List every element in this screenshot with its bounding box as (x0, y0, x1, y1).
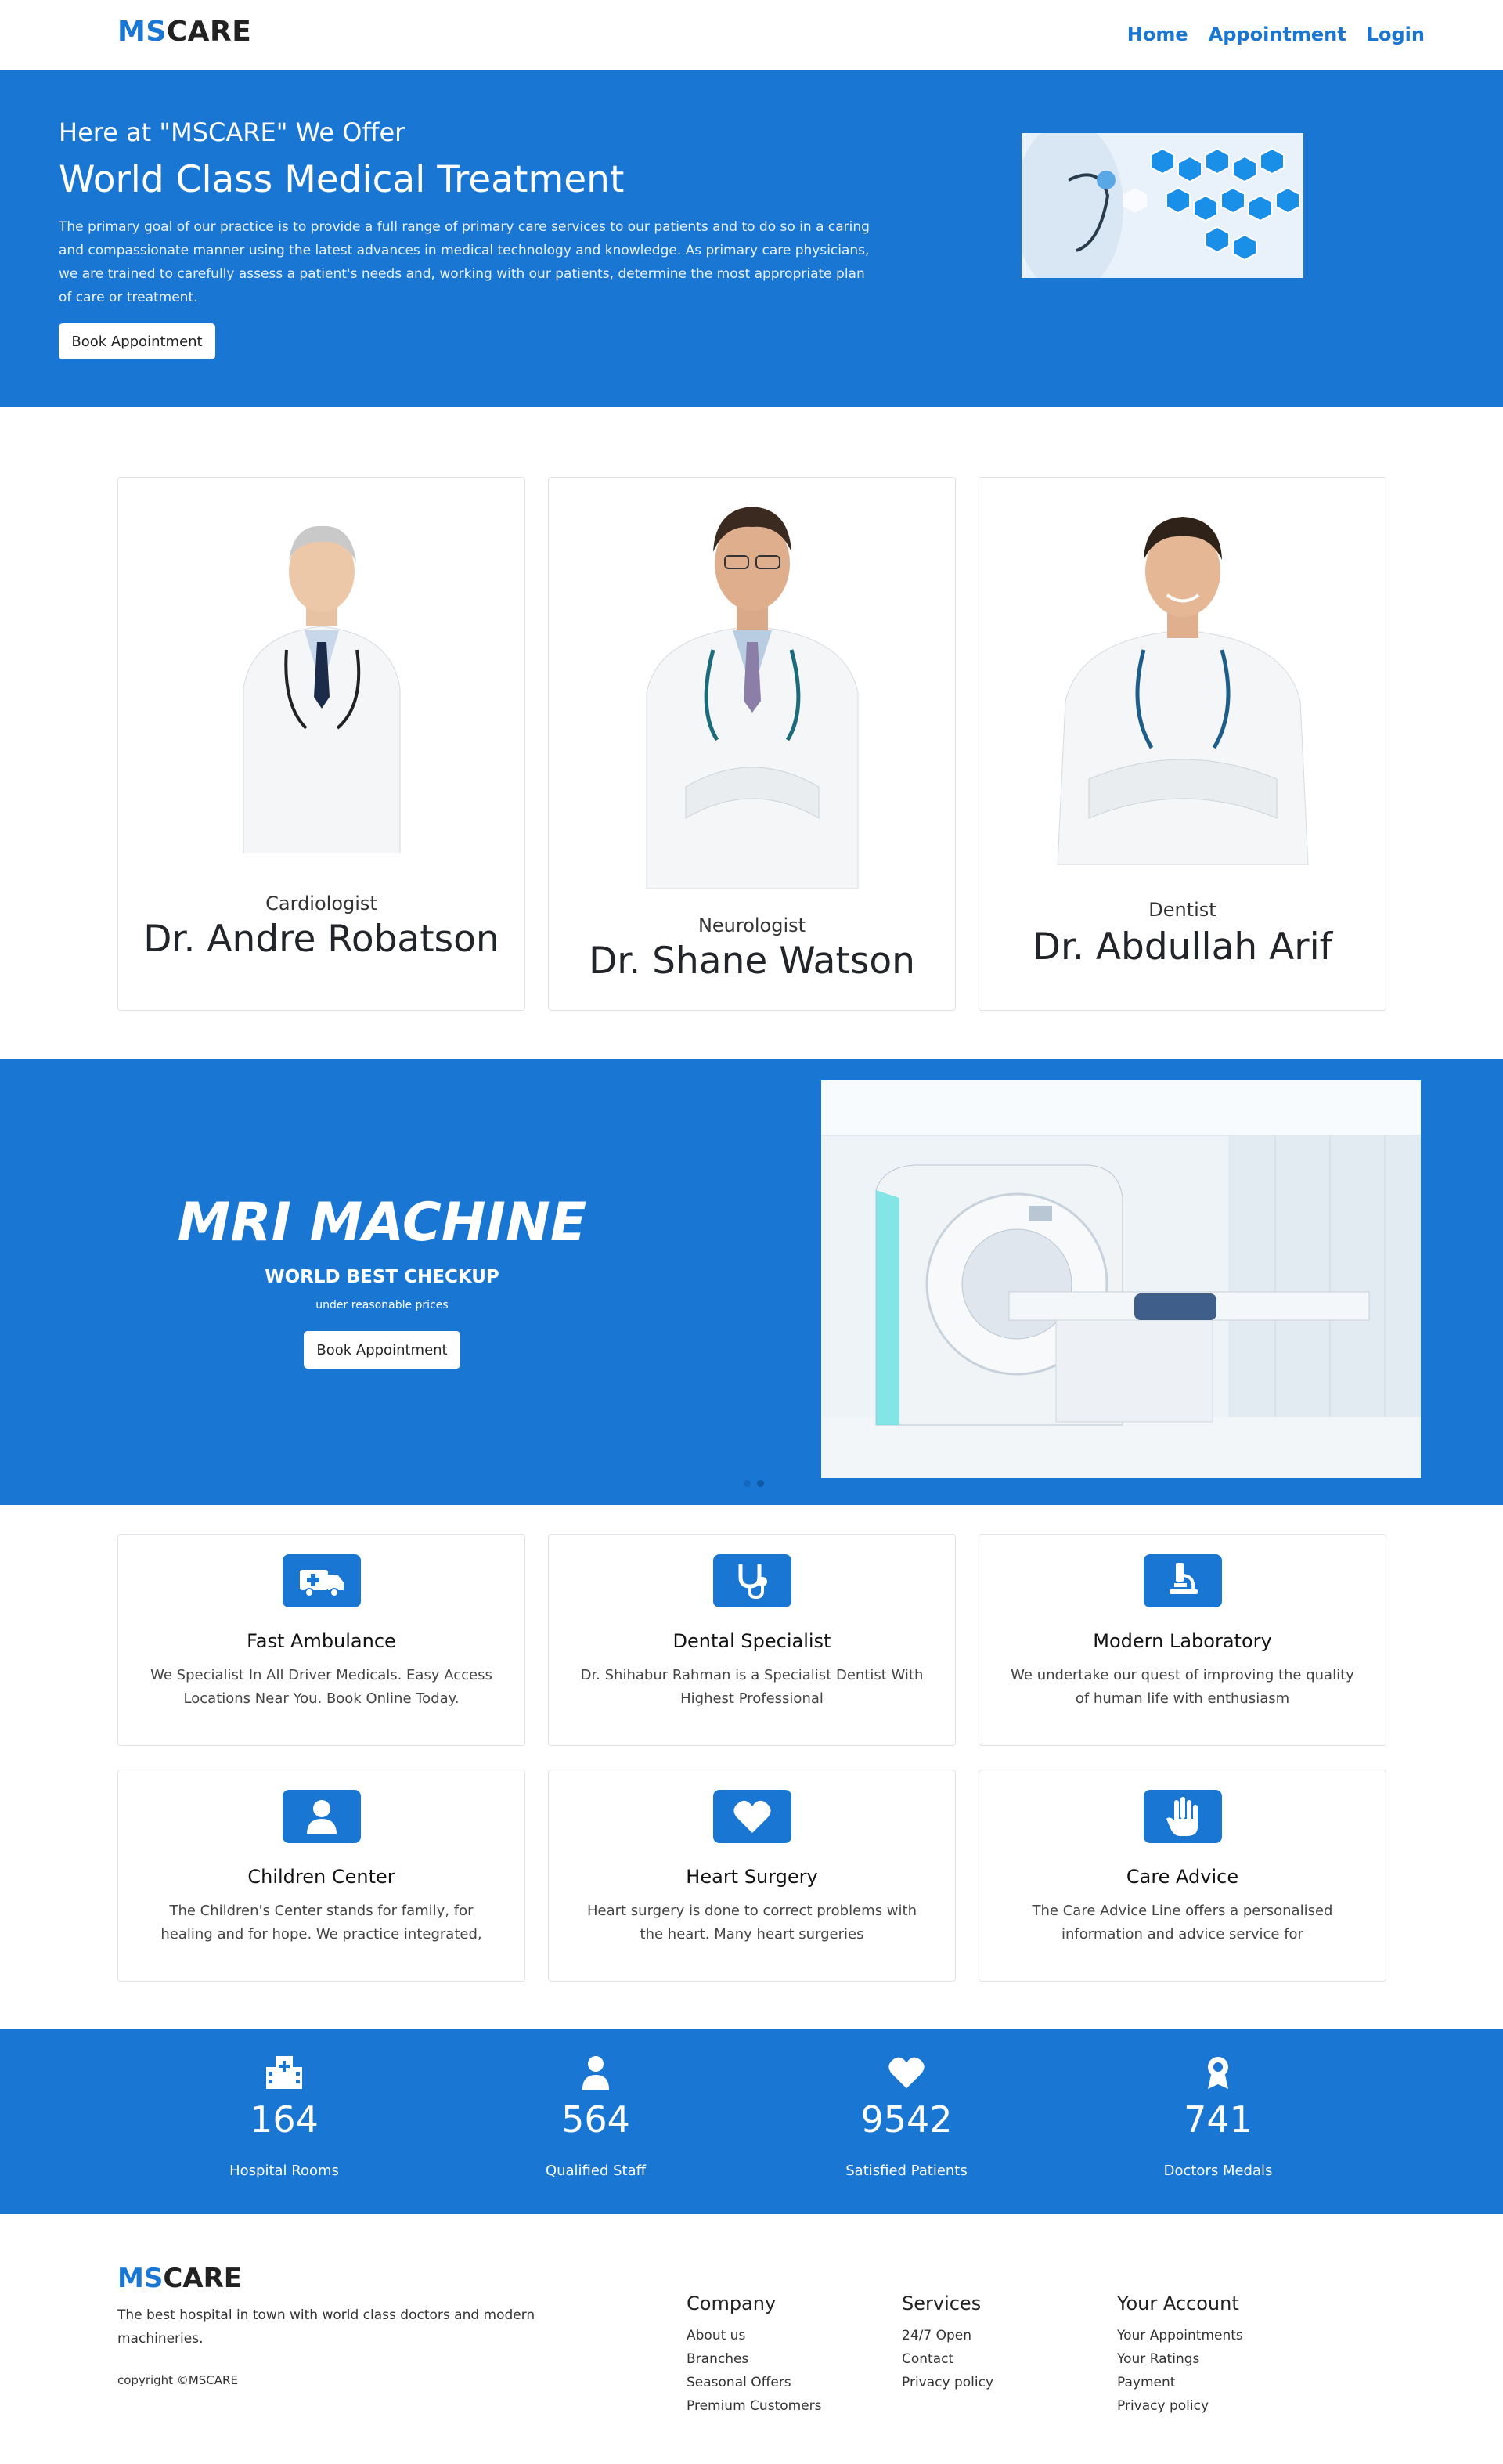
footer-link[interactable]: Premium Customers (687, 2394, 821, 2418)
doctor-card: Neurologist Dr. Shane Watson (548, 477, 956, 1011)
footer-link[interactable]: Your Appointments (1117, 2324, 1243, 2347)
mri-note: under reasonable prices (315, 1299, 449, 1311)
nav-appointment-link[interactable]: Appointment (1209, 23, 1346, 45)
service-card: Dental Specialist Dr. Shihabur Rahman is… (548, 1534, 956, 1746)
footer-link[interactable]: Privacy policy (1117, 2394, 1243, 2418)
brand-care: CARE (166, 16, 252, 48)
footer-link[interactable]: Seasonal Offers (687, 2371, 821, 2394)
footer-brand-logo[interactable]: MSCARE (117, 2263, 242, 2294)
doctor-card: Dentist Dr. Abdullah Arif (979, 477, 1386, 1011)
service-title: Modern Laboratory (1093, 1630, 1272, 1652)
doctor-specialty: Neurologist (697, 915, 806, 936)
stat-value: 741 (1184, 2098, 1252, 2141)
stat-label: Satisfied Patients (845, 2163, 968, 2179)
stat-label: Doctors Medals (1163, 2163, 1273, 2179)
footer-link[interactable]: Privacy policy (902, 2371, 993, 2394)
hand-icon (1144, 1790, 1222, 1843)
doctor-name: Dr. Abdullah Arif (1032, 925, 1333, 969)
brand-ms: MS (117, 16, 167, 48)
microscope-icon (1144, 1554, 1222, 1607)
service-title: Heart Surgery (686, 1866, 818, 1888)
doctor-specialty: Dentist (1148, 899, 1216, 921)
hero-medical-image (1022, 133, 1303, 278)
footer-column-title: Services (902, 2293, 982, 2314)
nav-login-link[interactable]: Login (1367, 23, 1425, 45)
doctor-photo (212, 501, 431, 854)
user-icon (283, 1790, 361, 1843)
footer-column-account: Your Account Your Appointments Your Rati… (1117, 2293, 1243, 2418)
footer-column-title: Your Account (1117, 2293, 1239, 2314)
carousel-dot[interactable] (757, 1480, 764, 1487)
ambulance-icon (283, 1554, 361, 1607)
doctor-photo (623, 489, 881, 889)
footer-description: The best hospital in town with world cla… (117, 2307, 535, 2347)
stat-value: 9542 (860, 2098, 953, 2141)
service-desc: The Children's Center stands for family,… (160, 1903, 482, 1943)
service-title: Fast Ambulance (247, 1630, 396, 1652)
footer: MSCARE The best hospital in town with wo… (0, 2214, 1503, 2464)
user-icon (576, 2055, 615, 2091)
service-desc: Dr. Shihabur Rahman is a Specialist Dent… (580, 1667, 924, 1707)
carousel-dot[interactable] (744, 1480, 751, 1487)
mri-machine-image (821, 1080, 1421, 1478)
service-desc: The Care Advice Line offers a personalis… (1032, 1903, 1333, 1943)
stat-value: 564 (561, 2098, 630, 2141)
service-card: Care Advice The Care Advice Line offers … (979, 1770, 1386, 1982)
service-desc: We undertake our quest of improving the … (1011, 1667, 1354, 1707)
footer-link[interactable]: About us (687, 2324, 821, 2347)
footer-brand-care: CARE (163, 2263, 242, 2294)
footer-brand-ms: MS (117, 2263, 164, 2294)
stethoscope-icon (713, 1554, 791, 1607)
hero-title: World Class Medical Treatment (59, 158, 625, 201)
carousel-indicators (744, 1480, 764, 1487)
stat-label: Qualified Staff (545, 2163, 647, 2179)
hero-book-appointment-button[interactable]: Book Appointment (59, 323, 215, 359)
service-title: Children Center (247, 1866, 395, 1888)
heart-icon (887, 2055, 926, 2091)
hero-text: The primary goal of our practice is to p… (59, 219, 870, 305)
mri-section: MRI MACHINE WORLD BEST CHECKUP under rea… (0, 1059, 1503, 1505)
service-title: Care Advice (1126, 1866, 1239, 1888)
footer-column-company: Company About us Branches Seasonal Offer… (687, 2293, 821, 2418)
footer-column-services: Services 24/7 Open Contact Privacy polic… (902, 2293, 993, 2394)
medal-icon (1198, 2055, 1238, 2091)
service-card: Heart Surgery Heart surgery is done to c… (548, 1770, 956, 1982)
mri-title: MRI MACHINE (177, 1192, 587, 1254)
mri-subtitle: WORLD BEST CHECKUP (265, 1267, 499, 1287)
footer-link[interactable]: Branches (687, 2347, 821, 2371)
doctor-specialty: Cardiologist (265, 893, 377, 915)
service-card: Modern Laboratory We undertake our quest… (979, 1534, 1386, 1746)
stat-label: Hospital Rooms (229, 2163, 339, 2179)
stats-section: 164 Hospital Rooms 564 Qualified Staff 9… (0, 2029, 1503, 2214)
footer-copyright: copyright ©MSCARE (117, 2373, 238, 2387)
service-title: Dental Specialist (672, 1630, 831, 1652)
footer-link[interactable]: Your Ratings (1117, 2347, 1243, 2371)
doctor-name: Dr. Shane Watson (589, 940, 915, 983)
nav-links: Home Appointment Login (1127, 23, 1425, 45)
nav-home-link[interactable]: Home (1127, 23, 1188, 45)
doctor-name: Dr. Andre Robatson (143, 918, 499, 961)
stat-value: 164 (250, 2098, 319, 2141)
footer-link[interactable]: 24/7 Open (902, 2324, 993, 2347)
service-desc: Heart surgery is done to correct problem… (586, 1903, 917, 1943)
doctor-photo (1042, 497, 1324, 866)
footer-column-title: Company (687, 2293, 777, 2314)
service-card: Fast Ambulance We Specialist In All Driv… (117, 1534, 525, 1746)
doctor-card: Cardiologist Dr. Andre Robatson (117, 477, 525, 1011)
footer-link[interactable]: Contact (902, 2347, 993, 2371)
hero-pre-title: Here at "MSCARE" We Offer (59, 117, 405, 147)
service-desc: We Specialist In All Driver Medicals. Ea… (150, 1667, 492, 1707)
hero-section: Here at "MSCARE" We Offer World Class Me… (0, 70, 1503, 407)
navbar: MSCARE Home Appointment Login (0, 0, 1503, 70)
service-card: Children Center The Children's Center st… (117, 1770, 525, 1982)
mri-book-appointment-button[interactable]: Book Appointment (304, 1331, 460, 1369)
heart-icon (713, 1790, 791, 1843)
hospital-icon (265, 2055, 304, 2091)
brand-logo[interactable]: MSCARE (117, 16, 251, 48)
footer-link[interactable]: Payment (1117, 2371, 1243, 2394)
